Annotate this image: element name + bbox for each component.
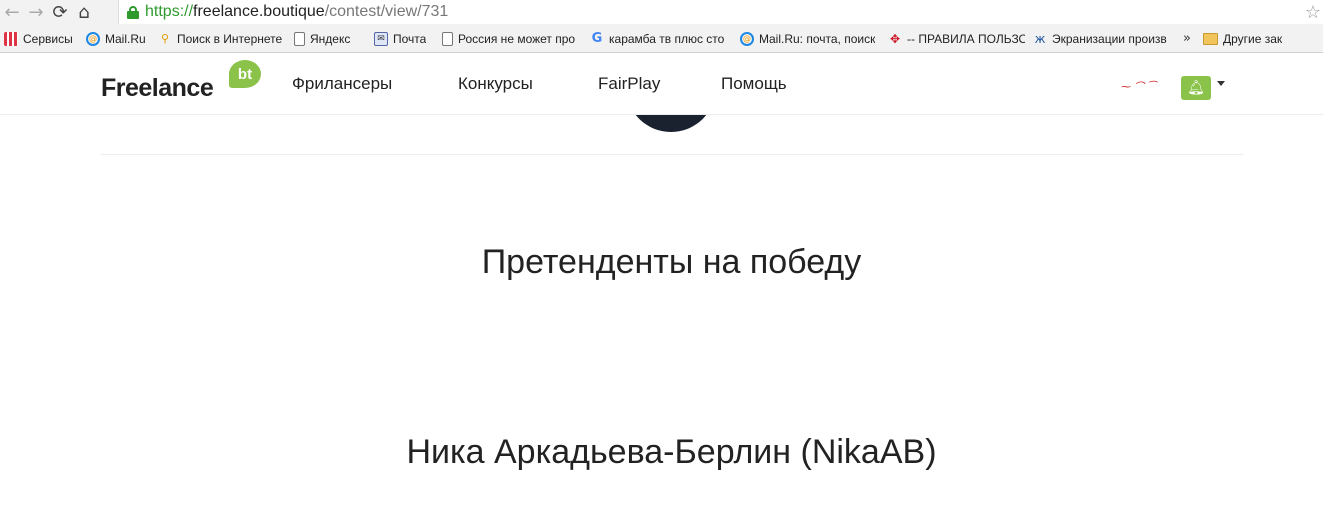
bell-icon: 🔔︎: [1187, 80, 1205, 96]
address-bar[interactable]: https://freelance.boutique/contest/view/…: [118, 0, 1323, 24]
arrow-left-icon: ←: [4, 2, 20, 23]
bookmark-label: Сервисы: [23, 31, 73, 46]
forward-button[interactable]: →: [24, 2, 48, 24]
bookmark-label: Mail.Ru: [105, 31, 146, 46]
contender-name[interactable]: Ника Аркадьева-Берлин (NikaAB): [0, 433, 1323, 472]
user-avatar-mini[interactable]: ⁓ ⌒ ⁀: [1121, 78, 1161, 96]
lock-icon: [127, 6, 139, 19]
bookmark-item[interactable]: Gкарамба тв плюс сто: [586, 25, 736, 53]
bookmark-item[interactable]: Россия не может про: [438, 25, 586, 53]
bookmark-item[interactable]: Сервисы: [0, 25, 82, 53]
url-host: freelance.boutique: [193, 3, 325, 20]
multicolor-icon: ✥: [889, 31, 901, 46]
reload-icon: ⟳: [52, 2, 68, 23]
bookmark-item[interactable]: ж Экранизации произв: [1029, 25, 1175, 53]
user-signature-icon: ⁓ ⌒ ⁀: [1121, 82, 1156, 93]
bookmark-item[interactable]: @ Mail.Ru: почта, поиск: [736, 25, 884, 53]
google-icon: G: [591, 31, 603, 46]
mail-icon: ✉: [374, 31, 388, 46]
bookmark-item[interactable]: ✉ Почта: [370, 25, 438, 53]
bookmark-item[interactable]: @ Mail.Ru: [82, 25, 154, 53]
other-bookmarks[interactable]: Другие зак: [1199, 25, 1289, 53]
site-header: Freelance bt Фриланcеры Конкурсы FairPla…: [0, 54, 1323, 115]
url-text: https://freelance.boutique/contest/view/…: [145, 3, 448, 21]
nav-fairplay[interactable]: FairPlay: [598, 74, 660, 94]
arrow-right-icon: →: [28, 2, 44, 23]
bookmark-label: Поиск в Интернете: [177, 31, 283, 46]
page-icon: [294, 31, 305, 46]
section-divider: [101, 154, 1243, 155]
more-bookmarks-chevron-icon[interactable]: »: [1175, 31, 1199, 46]
bookmark-item[interactable]: Яндекс: [290, 25, 370, 53]
page-section-title: Претенденты на победу: [481, 243, 862, 281]
url-path: /contest/view/731: [324, 3, 449, 20]
apps-grid-icon: [4, 31, 18, 46]
logo-text: Freelance: [101, 74, 214, 102]
nav-contests[interactable]: Конкурсы: [458, 74, 533, 94]
chevron-down-icon[interactable]: [1217, 81, 1225, 86]
search-icon: ⚲: [160, 32, 170, 45]
logo-badge: bt: [229, 60, 261, 88]
url-scheme: https://: [145, 3, 194, 20]
bookmark-label: карамба тв плюс сто: [609, 31, 725, 46]
other-bookmarks-label: Другие зак: [1222, 31, 1283, 46]
bookmark-label: -- ПРАВИЛА ПОЛЬЗО: [907, 31, 1025, 46]
mailru-icon: @: [740, 31, 754, 46]
nav-help[interactable]: Помощь: [721, 74, 787, 94]
home-icon: ⌂: [78, 2, 90, 23]
folder-icon: [1202, 32, 1218, 45]
home-button[interactable]: ⌂: [72, 2, 96, 24]
back-button[interactable]: ←: [0, 2, 24, 24]
bookmark-item[interactable]: ⚲ Поиск в Интернете: [154, 25, 290, 53]
bookmark-label: Mail.Ru: почта, поиск: [759, 31, 876, 46]
reload-button[interactable]: ⟳: [48, 2, 72, 24]
butterfly-icon: ж: [1034, 31, 1046, 46]
bookmark-label: Россия не может про: [458, 31, 576, 46]
bookmark-label: Экранизации произв: [1052, 31, 1167, 46]
bookmark-label: Яндекс: [310, 31, 351, 46]
bookmark-item[interactable]: ✥ -- ПРАВИЛА ПОЛЬЗО: [884, 25, 1029, 53]
browser-toolbar: ← → ⟳ ⌂ https://freelance.boutique/conte…: [0, 0, 1323, 25]
notifications-button[interactable]: 🔔︎: [1181, 76, 1211, 100]
page-icon: [442, 31, 453, 46]
nav-freelancers[interactable]: Фриланcеры: [292, 74, 392, 94]
mailru-icon: @: [86, 31, 100, 46]
bookmarks-bar: Сервисы @ Mail.Ru ⚲ Поиск в Интернете Янде…: [0, 25, 1323, 53]
star-icon[interactable]: ☆: [1305, 2, 1321, 23]
bookmark-label: Почта: [393, 31, 427, 46]
